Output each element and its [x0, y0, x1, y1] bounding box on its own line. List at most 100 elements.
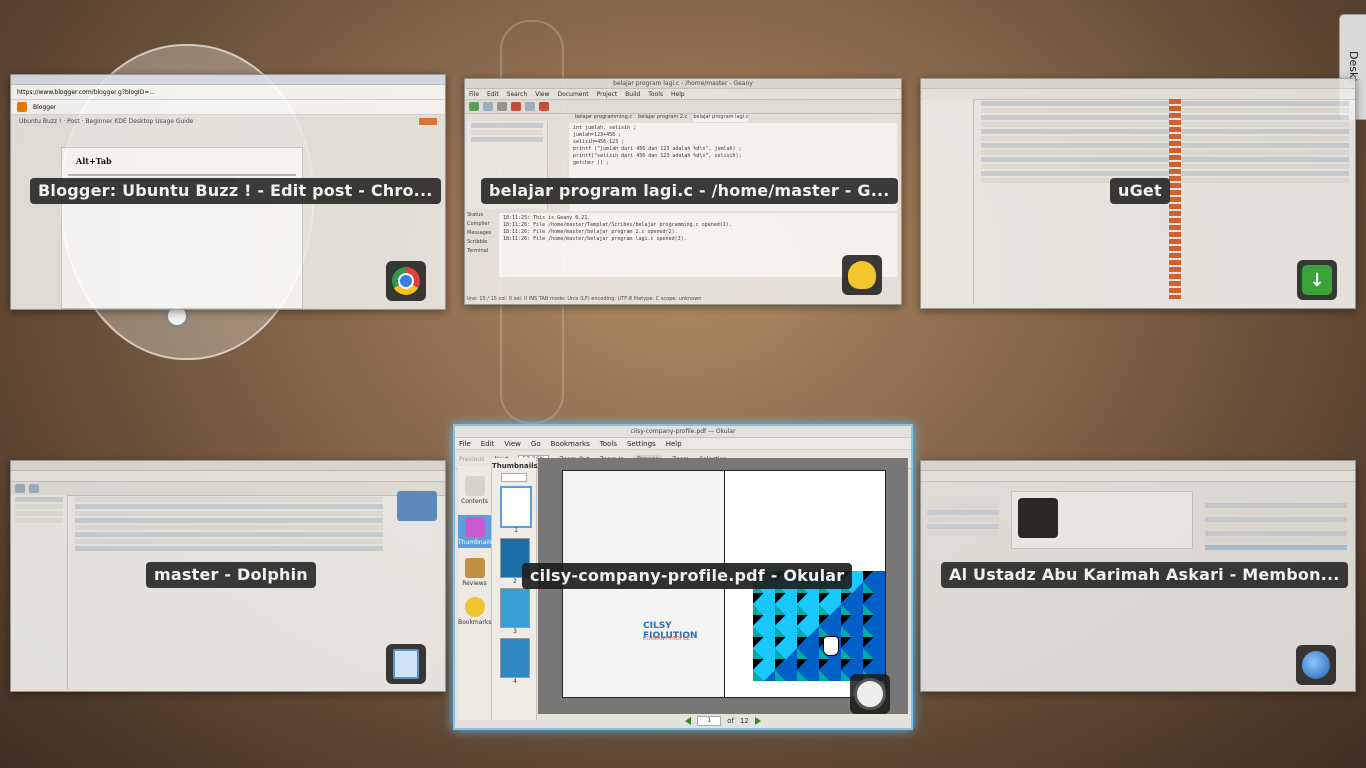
- page-input[interactable]: 1: [697, 716, 722, 726]
- download-row[interactable]: [981, 115, 1349, 120]
- geany-menu-view[interactable]: View: [535, 91, 549, 98]
- save-icon[interactable]: [497, 102, 507, 111]
- post-editor[interactable]: Alt+Tab: [61, 147, 303, 309]
- side-bookmarks[interactable]: Bookmarks: [458, 597, 492, 626]
- okular-menu-help[interactable]: Help: [666, 440, 682, 448]
- file-row[interactable]: [75, 539, 383, 544]
- file-row[interactable]: [75, 504, 383, 509]
- geany-menu-file[interactable]: File: [469, 91, 479, 98]
- sidebar-row[interactable]: [471, 123, 543, 128]
- message-panel: 18:11:25: This is Geany 0.21. 18:11:26: …: [499, 213, 897, 277]
- forward-icon[interactable]: [29, 484, 39, 493]
- okular-menu-view[interactable]: View: [504, 440, 521, 448]
- geany-menu-tools[interactable]: Tools: [648, 91, 663, 98]
- previous-button[interactable]: Previous: [459, 456, 484, 463]
- panel-tab-terminal[interactable]: Terminal: [467, 248, 497, 254]
- panel-tab-messages[interactable]: Messages: [467, 230, 497, 236]
- track-row[interactable]: [1205, 524, 1347, 529]
- track-row[interactable]: [1205, 503, 1347, 508]
- window-label-dolphin[interactable]: master - Dolphin: [146, 562, 316, 588]
- geany-menubar: File Edit Search View Document Project B…: [465, 89, 901, 100]
- sidebar-row[interactable]: [471, 137, 543, 142]
- okular-menu-bookmarks[interactable]: Bookmarks: [551, 440, 590, 448]
- track-row[interactable]: [1205, 538, 1347, 543]
- window-label-chrome[interactable]: Blogger: Ubuntu Buzz ! - Edit post - Chr…: [30, 178, 441, 204]
- file-row[interactable]: [75, 546, 383, 551]
- okular-menu-tools[interactable]: Tools: [600, 440, 617, 448]
- geany-tab-2[interactable]: belajar program 2.c: [638, 114, 687, 122]
- prev-page-icon[interactable]: [685, 717, 692, 725]
- geany-menu-project[interactable]: Project: [597, 91, 618, 98]
- window-label-okular[interactable]: cilsy-company-profile.pdf - Okular: [522, 563, 853, 589]
- track-row[interactable]: [1205, 517, 1347, 522]
- geany-menu-help[interactable]: Help: [671, 91, 685, 98]
- next-page-icon[interactable]: [754, 717, 761, 725]
- panel-tab-status[interactable]: Status: [467, 212, 497, 218]
- track-row[interactable]: [927, 524, 999, 529]
- panel-tab-compiler[interactable]: Compiler: [467, 221, 497, 227]
- download-row[interactable]: [981, 108, 1349, 113]
- geany-tab-3[interactable]: belajar program lagi.c: [693, 114, 749, 122]
- file-row[interactable]: [75, 525, 383, 530]
- dolphin-menubar: [11, 471, 445, 482]
- geany-menu-search[interactable]: Search: [507, 91, 528, 98]
- code-line: printf ("jumlah dari 456 dan 123 adalah …: [573, 146, 742, 152]
- thumbnail-page-1[interactable]: 1: [500, 486, 532, 534]
- geany-menu-edit[interactable]: Edit: [487, 91, 499, 98]
- track-row[interactable]: [1205, 510, 1347, 515]
- thumbnails-panel: Thumbnails 1 2 3 4: [492, 458, 538, 720]
- file-row[interactable]: [75, 532, 383, 537]
- track-row[interactable]: [927, 531, 999, 536]
- window-label-uget[interactable]: uGet: [1110, 178, 1170, 204]
- message-line: 18:11:25: This is Geany 0.21.: [503, 215, 591, 221]
- track-row[interactable]: [927, 503, 999, 508]
- amarok-icon: [1296, 645, 1336, 685]
- window-label-amarok[interactable]: Al Ustadz Abu Karimah Askari - Membon...: [941, 562, 1348, 588]
- track-row[interactable]: [1205, 545, 1347, 550]
- open-file-icon[interactable]: [483, 102, 493, 111]
- new-file-icon[interactable]: [469, 102, 479, 111]
- window-label-geany[interactable]: belajar program lagi.c - /home/master - …: [481, 178, 898, 204]
- back-icon[interactable]: [15, 484, 25, 493]
- quit-icon[interactable]: [539, 102, 549, 111]
- okular-menu-edit[interactable]: Edit: [481, 440, 495, 448]
- file-row[interactable]: [75, 518, 383, 523]
- side-contents[interactable]: Contents: [458, 476, 491, 505]
- publish-button[interactable]: [419, 118, 437, 125]
- track-row[interactable]: [1205, 531, 1347, 536]
- place-row[interactable]: [15, 518, 63, 523]
- thumbnail-page-3[interactable]: 3: [500, 588, 530, 635]
- place-row[interactable]: [15, 504, 63, 509]
- okular-menu-file[interactable]: File: [459, 440, 471, 448]
- panel-tab-scribble[interactable]: Scribble: [467, 239, 497, 245]
- place-row[interactable]: [15, 497, 63, 502]
- download-row[interactable]: [981, 171, 1349, 176]
- dolphin-icon: [386, 644, 426, 684]
- file-row[interactable]: [75, 497, 383, 502]
- side-thumbnails[interactable]: Thumbnails: [458, 515, 493, 548]
- compile-icon[interactable]: [525, 102, 535, 111]
- sidebar-row[interactable]: [471, 130, 543, 135]
- geany-menu-build[interactable]: Build: [625, 91, 640, 98]
- download-row[interactable]: [981, 150, 1349, 155]
- geany-tab-1[interactable]: belajar programming.c: [575, 114, 632, 122]
- side-reviews[interactable]: Reviews: [458, 558, 491, 587]
- place-row[interactable]: [15, 511, 63, 516]
- download-row[interactable]: [981, 129, 1349, 134]
- track-row[interactable]: [927, 510, 999, 515]
- okular-menu-go[interactable]: Go: [531, 440, 541, 448]
- download-row[interactable]: [981, 157, 1349, 162]
- track-row[interactable]: [927, 517, 999, 522]
- download-row[interactable]: [981, 143, 1349, 148]
- download-row[interactable]: [981, 164, 1349, 169]
- address-bar[interactable]: https://www.blogger.com/blogger.g?blogID…: [11, 85, 445, 100]
- download-row[interactable]: [981, 136, 1349, 141]
- download-row[interactable]: [981, 101, 1349, 106]
- okular-menu-settings[interactable]: Settings: [627, 440, 656, 448]
- thumbnail-search[interactable]: [501, 473, 527, 482]
- thumbnail-page-4[interactable]: 4: [500, 638, 530, 685]
- file-row[interactable]: [75, 511, 383, 516]
- close-file-icon[interactable]: [511, 102, 521, 111]
- download-row[interactable]: [981, 122, 1349, 127]
- geany-menu-document[interactable]: Document: [558, 91, 589, 98]
